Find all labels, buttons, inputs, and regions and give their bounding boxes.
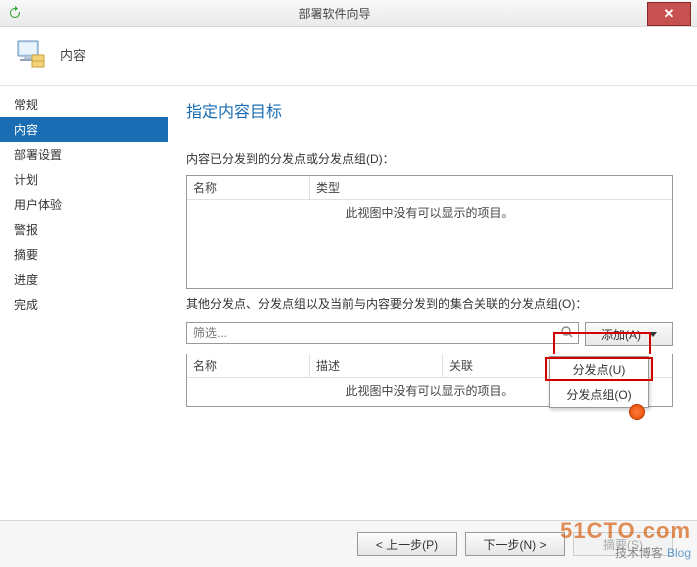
main-panel: 指定内容目标 内容已分发到的分发点或分发点组(D)： 名称 类型 此视图中没有可…	[168, 86, 697, 521]
menu-item-distribution-point-group[interactable]: 分发点组(O)	[550, 382, 648, 407]
summary-button: 摘要(S)	[573, 532, 673, 556]
chevron-down-icon	[649, 332, 657, 337]
col-name[interactable]: 名称	[187, 176, 310, 199]
titlebar: 部署软件向导 ✕	[0, 0, 697, 27]
wizard-footer: < 上一步(P) 下一步(N) > 摘要(S)	[0, 520, 697, 567]
filter-bar: 添加(A)	[186, 322, 673, 346]
error-icon	[629, 404, 645, 420]
sidebar-item-deploy-settings[interactable]: 部署设置	[0, 142, 168, 167]
distributed-table: 名称 类型 此视图中没有可以显示的项目。	[186, 175, 673, 289]
sidebar-item-user-experience[interactable]: 用户体验	[0, 192, 168, 217]
close-button[interactable]: ✕	[647, 2, 691, 26]
table-header: 名称 类型	[187, 176, 672, 200]
wizard-header: 内容	[0, 27, 697, 86]
search-icon[interactable]	[560, 325, 574, 342]
wizard-sidebar: 常规 内容 部署设置 计划 用户体验 警报 摘要 进度 完成	[0, 86, 168, 521]
group1-label: 内容已分发到的分发点或分发点组(D)：	[186, 150, 673, 167]
col2-desc[interactable]: 描述	[310, 354, 443, 377]
filter-input[interactable]	[187, 326, 578, 340]
sidebar-item-content[interactable]: 内容	[0, 117, 168, 142]
sidebar-item-progress[interactable]: 进度	[0, 267, 168, 292]
filter-input-wrapper	[186, 322, 579, 344]
wizard-window: 部署软件向导 ✕ 内容 常规 内容 部署设置 计划 用户体验 警报 摘要	[0, 0, 697, 567]
col2-name[interactable]: 名称	[187, 354, 310, 377]
page-heading: 指定内容目标	[186, 98, 673, 122]
sidebar-item-completion[interactable]: 完成	[0, 292, 168, 317]
refresh-icon[interactable]	[8, 6, 22, 20]
header-label: 内容	[60, 45, 86, 64]
sidebar-item-alerts[interactable]: 警报	[0, 217, 168, 242]
add-dropdown: 分发点(U) 分发点组(O)	[549, 356, 649, 408]
add-button[interactable]: 添加(A)	[585, 322, 673, 346]
sidebar-item-general[interactable]: 常规	[0, 92, 168, 117]
add-button-label: 添加(A)	[601, 326, 641, 343]
menu-item-distribution-point[interactable]: 分发点(U)	[550, 357, 648, 382]
window-title: 部署软件向导	[22, 5, 647, 22]
next-button[interactable]: 下一步(N) >	[465, 532, 565, 556]
col-type[interactable]: 类型	[310, 176, 672, 199]
group2-label: 其他分发点、分发点组以及当前与内容要分发到的集合关联的分发点组(O)：	[186, 295, 673, 312]
table-empty: 此视图中没有可以显示的项目。	[187, 200, 672, 288]
computer-package-icon	[14, 37, 48, 71]
sidebar-item-schedule[interactable]: 计划	[0, 167, 168, 192]
sidebar-item-summary[interactable]: 摘要	[0, 242, 168, 267]
prev-button[interactable]: < 上一步(P)	[357, 532, 457, 556]
close-icon: ✕	[664, 6, 675, 22]
wizard-body: 常规 内容 部署设置 计划 用户体验 警报 摘要 进度 完成 指定内容目标 内容…	[0, 86, 697, 521]
